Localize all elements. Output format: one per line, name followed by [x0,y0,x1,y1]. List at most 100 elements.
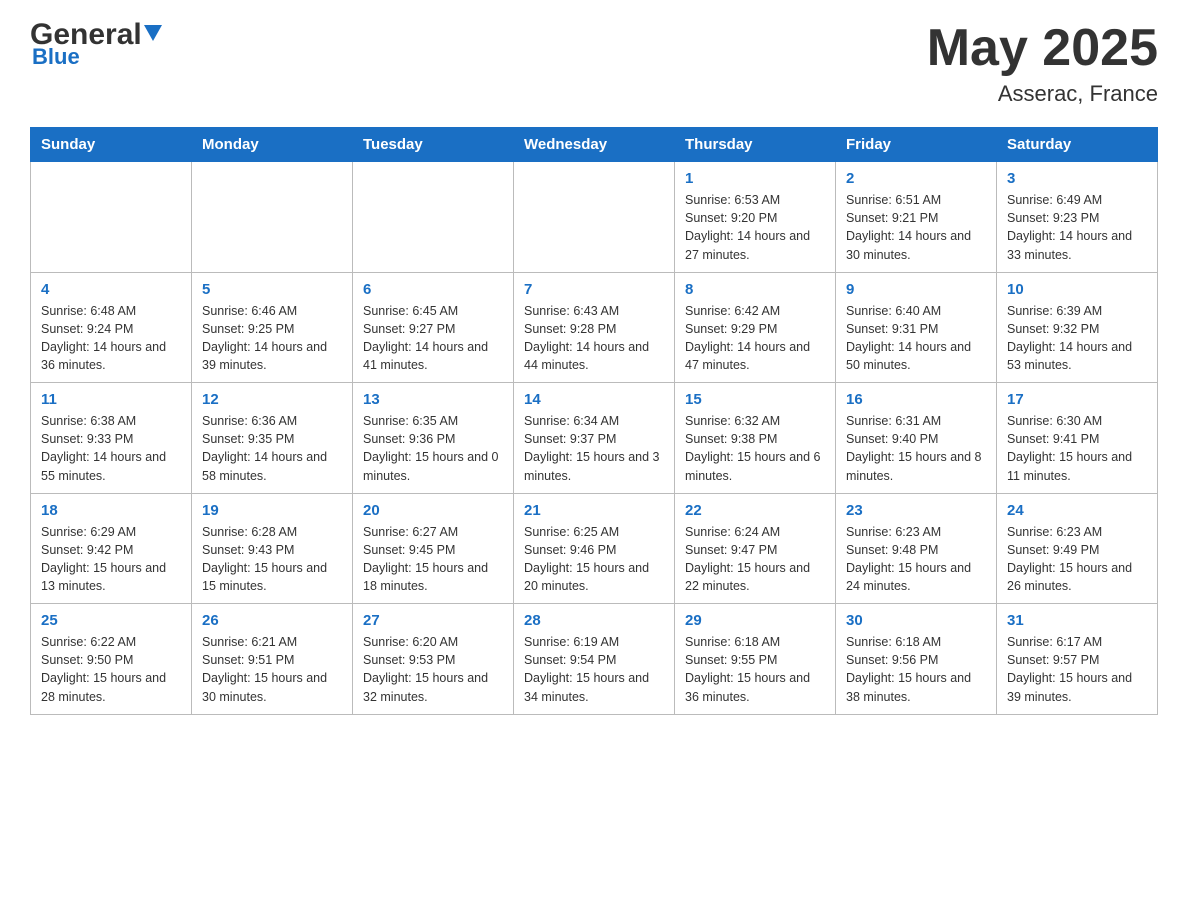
day-number: 7 [524,281,664,298]
calendar-cell: 21 Sunrise: 6:25 AM Sunset: 9:46 PM Dayli… [514,493,675,604]
calendar-cell: 6Sunrise: 6:45 AM Sunset: 9:27 PM Daylig… [353,272,514,383]
calendar-cell: 18 Sunrise: 6:29 AM Sunset: 9:42 PM Dayli… [31,493,192,604]
day-number: 24 [1007,502,1147,519]
day-number: 9 [846,281,986,298]
day-number: 28 [524,612,664,629]
day-info: Sunrise: 6:27 AM Sunset: 9:45 PM Dayligh… [363,523,503,596]
calendar-header-tuesday: Tuesday [353,128,514,162]
day-number: 29 [685,612,825,629]
day-number: 26 [202,612,342,629]
calendar-cell [353,162,514,273]
calendar-cell: 13 Sunrise: 6:35 AM Sunset: 9:36 PM Dayli… [353,383,514,494]
day-info: Sunrise: 6:17 AM Sunset: 9:57 PM Dayligh… [1007,633,1147,706]
calendar-cell [514,162,675,273]
day-info: Sunrise: 6:45 AM Sunset: 9:27 PM Dayligh… [363,302,503,375]
day-info: Sunrise: 6:48 AM Sunset: 9:24 PM Dayligh… [41,302,181,375]
calendar-cell: 20 Sunrise: 6:27 AM Sunset: 9:45 PM Dayli… [353,493,514,604]
day-number: 8 [685,281,825,298]
day-info: Sunrise: 6:18 AM Sunset: 9:55 PM Dayligh… [685,633,825,706]
day-info: Sunrise: 6:18 AM Sunset: 9:56 PM Dayligh… [846,633,986,706]
day-number: 22 [685,502,825,519]
calendar-cell: 24 Sunrise: 6:23 AM Sunset: 9:49 PM Dayli… [997,493,1158,604]
day-info: Sunrise: 6:29 AM Sunset: 9:42 PM Dayligh… [41,523,181,596]
calendar-cell: 8 Sunrise: 6:42 AM Sunset: 9:29 PM Daylig… [675,272,836,383]
calendar-header-sunday: Sunday [31,128,192,162]
location: Asserac, France [927,81,1158,107]
calendar-cell: 7 Sunrise: 6:43 AM Sunset: 9:28 PM Daylig… [514,272,675,383]
day-info: Sunrise: 6:23 AM Sunset: 9:49 PM Dayligh… [1007,523,1147,596]
day-info: Sunrise: 6:43 AM Sunset: 9:28 PM Dayligh… [524,302,664,375]
calendar-cell: 28Sunrise: 6:19 AM Sunset: 9:54 PM Dayli… [514,604,675,715]
calendar-cell: 5Sunrise: 6:46 AM Sunset: 9:25 PM Daylig… [192,272,353,383]
day-number: 19 [202,502,342,519]
calendar-cell: 19 Sunrise: 6:28 AM Sunset: 9:43 PM Dayli… [192,493,353,604]
day-info: Sunrise: 6:22 AM Sunset: 9:50 PM Dayligh… [41,633,181,706]
day-info: Sunrise: 6:36 AM Sunset: 9:35 PM Dayligh… [202,412,342,485]
day-info: Sunrise: 6:21 AM Sunset: 9:51 PM Dayligh… [202,633,342,706]
day-number: 10 [1007,281,1147,298]
day-number: 13 [363,391,503,408]
day-number: 2 [846,170,986,187]
calendar-cell: 23 Sunrise: 6:23 AM Sunset: 9:48 PM Dayli… [836,493,997,604]
calendar-cell: 4 Sunrise: 6:48 AM Sunset: 9:24 PM Daylig… [31,272,192,383]
day-info: Sunrise: 6:34 AM Sunset: 9:37 PM Dayligh… [524,412,664,485]
day-info: Sunrise: 6:32 AM Sunset: 9:38 PM Dayligh… [685,412,825,485]
page-header: General Blue May 2025 Asserac, France [30,20,1158,107]
calendar-cell: 12 Sunrise: 6:36 AM Sunset: 9:35 PM Dayli… [192,383,353,494]
calendar-cell: 1 Sunrise: 6:53 AM Sunset: 9:20 PM Daylig… [675,162,836,273]
day-number: 23 [846,502,986,519]
day-number: 31 [1007,612,1147,629]
day-number: 3 [1007,170,1147,187]
day-info: Sunrise: 6:24 AM Sunset: 9:47 PM Dayligh… [685,523,825,596]
day-info: Sunrise: 6:28 AM Sunset: 9:43 PM Dayligh… [202,523,342,596]
day-number: 17 [1007,391,1147,408]
day-info: Sunrise: 6:25 AM Sunset: 9:46 PM Dayligh… [524,523,664,596]
day-info: Sunrise: 6:35 AM Sunset: 9:36 PM Dayligh… [363,412,503,485]
day-number: 16 [846,391,986,408]
day-number: 4 [41,281,181,298]
calendar-cell: 31 Sunrise: 6:17 AM Sunset: 9:57 PM Dayli… [997,604,1158,715]
calendar-header-friday: Friday [836,128,997,162]
day-number: 11 [41,391,181,408]
day-number: 1 [685,170,825,187]
calendar-cell: 10 Sunrise: 6:39 AM Sunset: 9:32 PM Dayli… [997,272,1158,383]
calendar-cell: 9 Sunrise: 6:40 AM Sunset: 9:31 PM Daylig… [836,272,997,383]
calendar-week-5: 25 Sunrise: 6:22 AM Sunset: 9:50 PM Dayli… [31,604,1158,715]
day-info: Sunrise: 6:40 AM Sunset: 9:31 PM Dayligh… [846,302,986,375]
calendar-week-2: 4 Sunrise: 6:48 AM Sunset: 9:24 PM Daylig… [31,272,1158,383]
day-info: Sunrise: 6:49 AM Sunset: 9:23 PM Dayligh… [1007,191,1147,264]
calendar-cell: 25 Sunrise: 6:22 AM Sunset: 9:50 PM Dayli… [31,604,192,715]
day-info: Sunrise: 6:23 AM Sunset: 9:48 PM Dayligh… [846,523,986,596]
day-info: Sunrise: 6:39 AM Sunset: 9:32 PM Dayligh… [1007,302,1147,375]
logo-arrow-icon [144,25,162,41]
calendar-header-row: SundayMondayTuesdayWednesdayThursdayFrid… [31,128,1158,162]
calendar-header-monday: Monday [192,128,353,162]
day-number: 27 [363,612,503,629]
calendar-cell: 14Sunrise: 6:34 AM Sunset: 9:37 PM Dayli… [514,383,675,494]
day-number: 12 [202,391,342,408]
day-number: 30 [846,612,986,629]
calendar-cell [31,162,192,273]
day-info: Sunrise: 6:53 AM Sunset: 9:20 PM Dayligh… [685,191,825,264]
day-number: 21 [524,502,664,519]
calendar-week-1: 1 Sunrise: 6:53 AM Sunset: 9:20 PM Daylig… [31,162,1158,273]
calendar-cell: 2 Sunrise: 6:51 AM Sunset: 9:21 PM Daylig… [836,162,997,273]
calendar-week-4: 18 Sunrise: 6:29 AM Sunset: 9:42 PM Dayli… [31,493,1158,604]
calendar-cell: 15Sunrise: 6:32 AM Sunset: 9:38 PM Dayli… [675,383,836,494]
calendar-week-3: 11 Sunrise: 6:38 AM Sunset: 9:33 PM Dayli… [31,383,1158,494]
month-title: May 2025 [927,20,1158,77]
calendar-cell [192,162,353,273]
logo: General Blue [30,20,162,70]
day-info: Sunrise: 6:38 AM Sunset: 9:33 PM Dayligh… [41,412,181,485]
title-section: May 2025 Asserac, France [927,20,1158,107]
day-info: Sunrise: 6:51 AM Sunset: 9:21 PM Dayligh… [846,191,986,264]
day-info: Sunrise: 6:30 AM Sunset: 9:41 PM Dayligh… [1007,412,1147,485]
calendar-cell: 17 Sunrise: 6:30 AM Sunset: 9:41 PM Dayli… [997,383,1158,494]
day-number: 25 [41,612,181,629]
day-number: 18 [41,502,181,519]
day-number: 20 [363,502,503,519]
day-info: Sunrise: 6:42 AM Sunset: 9:29 PM Dayligh… [685,302,825,375]
logo-blue: Blue [32,44,80,69]
day-number: 5 [202,281,342,298]
day-info: Sunrise: 6:20 AM Sunset: 9:53 PM Dayligh… [363,633,503,706]
